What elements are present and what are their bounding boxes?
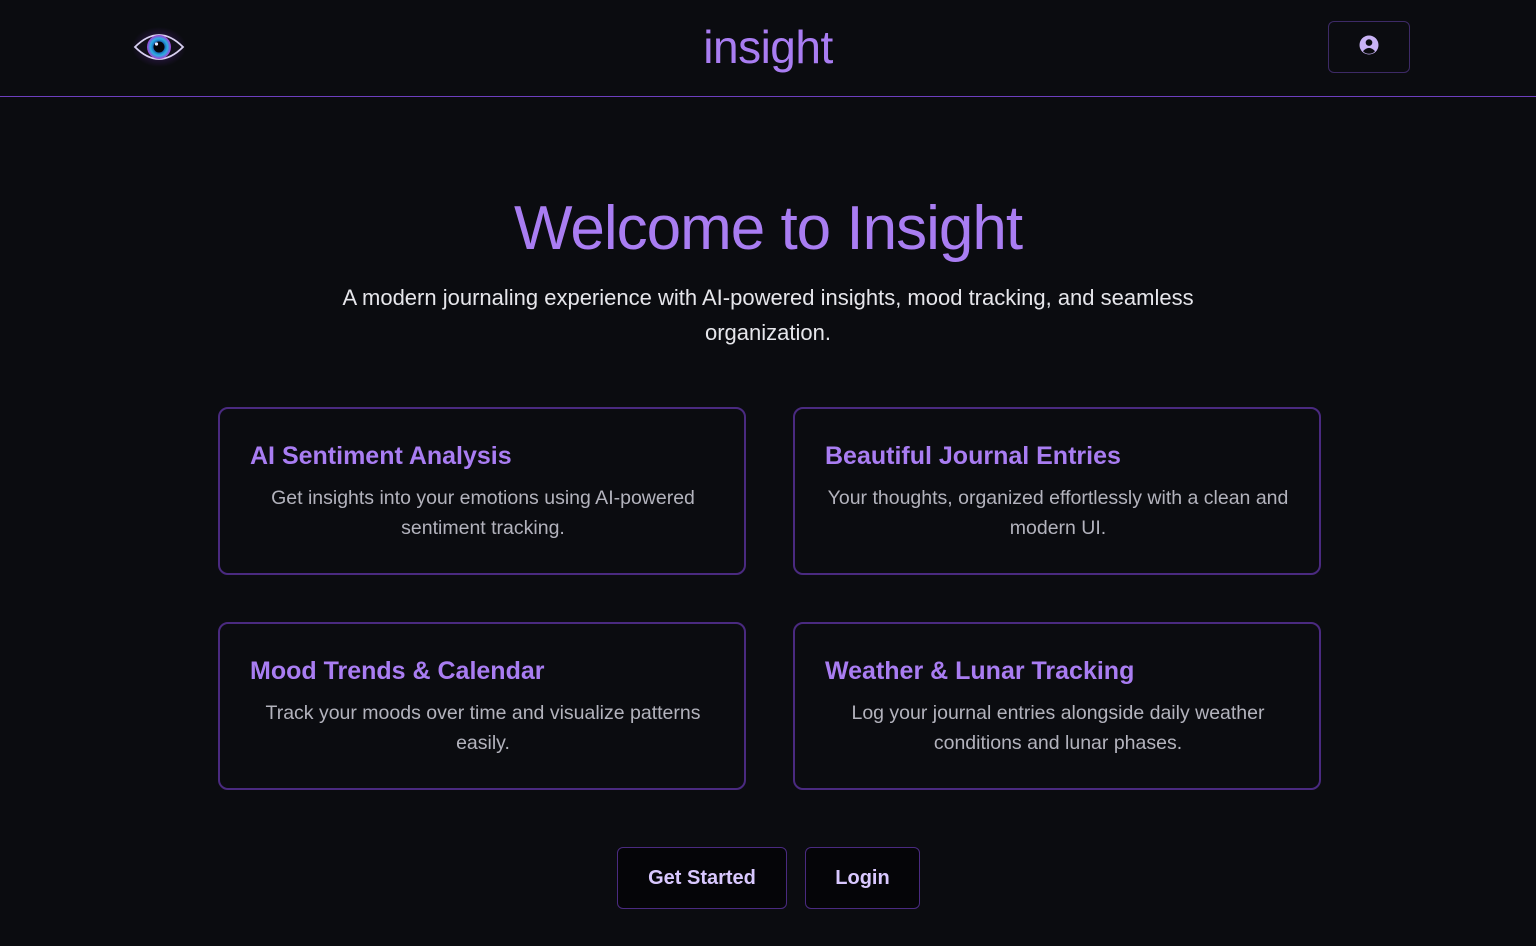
profile-button[interactable]	[1328, 21, 1410, 73]
feature-card-description: Your thoughts, organized effortlessly wi…	[827, 487, 1289, 539]
feature-card-description: Log your journal entries alongside daily…	[851, 702, 1265, 754]
feature-card-sentiment: AI Sentiment Analysis Get insights into …	[218, 407, 746, 575]
feature-card-mood: Mood Trends & Calendar Track your moods …	[218, 622, 746, 790]
feature-card-description: Track your moods over time and visualize…	[265, 702, 701, 754]
feature-card-title: AI Sentiment Analysis	[250, 442, 512, 470]
hero-subtitle: A modern journaling experience with AI-p…	[342, 285, 1194, 345]
get-started-button[interactable]: Get Started	[617, 847, 787, 909]
feature-card-weather: Weather & Lunar Tracking Log your journa…	[793, 622, 1321, 790]
feature-card-journal: Beautiful Journal Entries Your thoughts,…	[793, 407, 1321, 575]
feature-card-title: Beautiful Journal Entries	[825, 442, 1121, 470]
login-button[interactable]: Login	[805, 847, 920, 909]
user-circle-icon	[1359, 35, 1379, 60]
hero-title: Welcome to Insight	[513, 194, 1023, 263]
brand-title: insight	[703, 21, 833, 73]
feature-card-title: Mood Trends & Calendar	[250, 657, 545, 685]
top-header: insight	[0, 0, 1536, 97]
feature-card-title: Weather & Lunar Tracking	[825, 657, 1135, 685]
feature-card-description: Get insights into your emotions using AI…	[271, 487, 695, 539]
